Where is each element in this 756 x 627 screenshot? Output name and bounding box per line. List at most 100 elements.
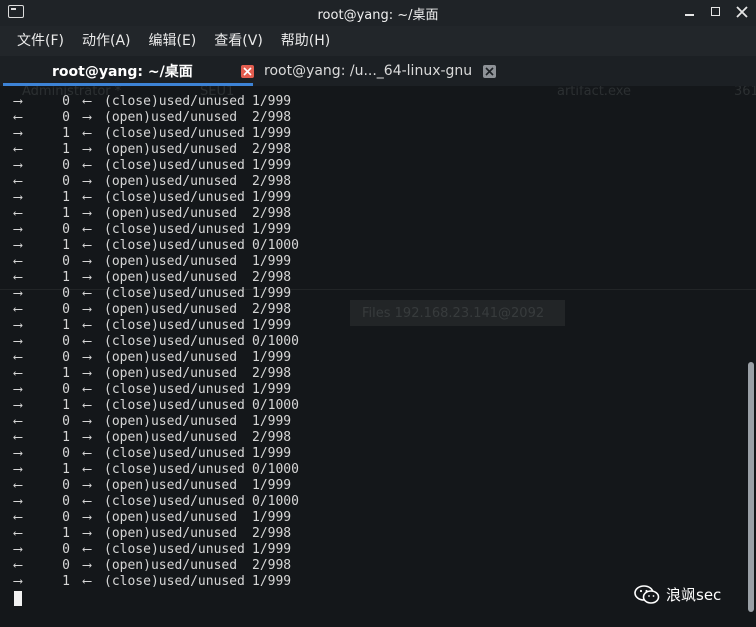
direction-arrow: ⟵: [14, 526, 22, 541]
close-window-button[interactable]: [734, 3, 750, 21]
terminal-line: ⟶ 0 ⟵ (close)used/unused 1/999: [14, 94, 299, 110]
direction-arrow: ⟶: [83, 350, 91, 365]
status-text: (close)used/unused: [104, 190, 245, 205]
direction-arrow: ⟶: [14, 446, 22, 461]
line-flag: 0: [62, 494, 70, 509]
direction-arrow: ⟶: [14, 158, 22, 173]
direction-arrow: ⟵: [83, 318, 91, 333]
direction-arrow: ⟶: [83, 430, 91, 445]
line-flag: 0: [62, 350, 70, 365]
direction-arrow: ⟵: [83, 462, 91, 477]
tab-close-button[interactable]: [483, 64, 497, 78]
tab-label: root@yang: ~/桌面: [52, 64, 193, 80]
terminal-line: ⟵ 0 ⟶ (open)used/unused 2/998: [14, 558, 299, 574]
menu-edit[interactable]: 编辑(E): [140, 26, 206, 56]
tab-bar: root@yang: ~/桌面 root@yang: /u..._64-linu…: [0, 56, 756, 86]
line-flag: 0: [62, 158, 70, 173]
direction-arrow: ⟶: [14, 222, 22, 237]
terminal-line: ⟶ 1 ⟵ (close)used/unused 1/999: [14, 318, 299, 334]
menu-action[interactable]: 动作(A): [73, 26, 140, 56]
direction-arrow: ⟵: [83, 126, 91, 141]
direction-arrow: ⟶: [83, 526, 91, 541]
used-unused-count: 1/999: [252, 542, 292, 557]
direction-arrow: ⟵: [83, 158, 91, 173]
direction-arrow: ⟵: [14, 414, 22, 429]
status-text: (open)used/unused: [104, 478, 238, 493]
menu-bar: 文件(F) 动作(A) 编辑(E) 查看(V) 帮助(H): [0, 26, 756, 56]
line-flag: 1: [62, 318, 70, 333]
direction-arrow: ⟵: [83, 334, 91, 349]
line-flag: 1: [62, 462, 70, 477]
direction-arrow: ⟶: [14, 574, 22, 589]
terminal-line: ⟵ 0 ⟶ (open)used/unused 1/999: [14, 414, 299, 430]
direction-arrow: ⟵: [14, 558, 22, 573]
line-flag: 0: [62, 254, 70, 269]
terminal-line: ⟶ 0 ⟵ (close)used/unused 0/1000: [14, 334, 299, 350]
used-unused-count: 1/999: [252, 190, 292, 205]
direction-arrow: ⟶: [14, 334, 22, 349]
direction-arrow: ⟶: [83, 414, 91, 429]
terminal-output[interactable]: note process pid Administrator * SEU1 ar…: [0, 86, 756, 627]
menu-help[interactable]: 帮助(H): [272, 26, 339, 56]
line-flag: 0: [62, 478, 70, 493]
used-unused-count: 1/999: [252, 222, 292, 237]
line-flag: 0: [62, 110, 70, 125]
line-flag: 1: [62, 430, 70, 445]
used-unused-count: 2/998: [252, 366, 292, 381]
line-flag: 0: [62, 558, 70, 573]
direction-arrow: ⟶: [83, 174, 91, 189]
direction-arrow: ⟶: [83, 478, 91, 493]
used-unused-count: 1/999: [252, 254, 292, 269]
direction-arrow: ⟶: [14, 382, 22, 397]
direction-arrow: ⟶: [83, 366, 91, 381]
line-flag: 0: [62, 94, 70, 109]
watermark: 浪飒sec: [634, 584, 721, 605]
direction-arrow: ⟶: [83, 254, 91, 269]
direction-arrow: ⟵: [14, 270, 22, 285]
scrollbar-thumb[interactable]: [748, 362, 754, 612]
terminal-line: ⟵ 1 ⟶ (open)used/unused 2/998: [14, 526, 299, 542]
status-text: (open)used/unused: [104, 270, 238, 285]
status-text: (close)used/unused: [104, 286, 245, 301]
tab-linux-gnu[interactable]: root@yang: /u..._64-linux-gnu: [264, 56, 497, 86]
line-flag: 0: [62, 174, 70, 189]
direction-arrow: ⟶: [83, 270, 91, 285]
tab-close-button[interactable]: [240, 64, 254, 78]
terminal-line: ⟵ 0 ⟶ (open)used/unused 2/998: [14, 302, 299, 318]
direction-arrow: ⟶: [14, 462, 22, 477]
direction-arrow: ⟶: [83, 558, 91, 573]
terminal-line: ⟵ 0 ⟶ (open)used/unused 1/999: [14, 254, 299, 270]
status-text: (open)used/unused: [104, 206, 238, 221]
status-text: (close)used/unused: [104, 574, 245, 589]
line-flag: 0: [62, 302, 70, 317]
status-text: (close)used/unused: [104, 462, 245, 477]
direction-arrow: ⟵: [14, 366, 22, 381]
status-text: (close)used/unused: [104, 126, 245, 141]
menu-file[interactable]: 文件(F): [8, 26, 73, 56]
tab-desktop[interactable]: root@yang: ~/桌面: [52, 56, 254, 86]
direction-arrow: ⟶: [83, 510, 91, 525]
menu-view[interactable]: 查看(V): [205, 26, 272, 56]
direction-arrow: ⟵: [14, 302, 22, 317]
status-text: (open)used/unused: [104, 526, 238, 541]
status-text: (close)used/unused: [104, 334, 245, 349]
line-flag: 1: [62, 142, 70, 157]
used-unused-count: 1/999: [252, 446, 292, 461]
terminal-line: ⟵ 1 ⟶ (open)used/unused 2/998: [14, 366, 299, 382]
status-text: (open)used/unused: [104, 350, 238, 365]
direction-arrow: ⟵: [14, 142, 22, 157]
maximize-button[interactable]: [708, 3, 724, 21]
used-unused-count: 1/999: [252, 574, 292, 589]
terminal-line: ⟵ 1 ⟶ (open)used/unused 2/998: [14, 206, 299, 222]
wechat-icon: [634, 584, 660, 605]
status-text: (open)used/unused: [104, 510, 238, 525]
terminal-line: ⟶ 0 ⟵ (close)used/unused 1/999: [14, 446, 299, 462]
status-text: (close)used/unused: [104, 382, 245, 397]
line-flag: 1: [62, 190, 70, 205]
direction-arrow: ⟵: [14, 254, 22, 269]
minimize-button[interactable]: [682, 3, 698, 21]
terminal-line: ⟵ 0 ⟶ (open)used/unused 1/999: [14, 478, 299, 494]
status-text: (open)used/unused: [104, 430, 238, 445]
used-unused-count: 1/999: [252, 414, 292, 429]
terminal-line: ⟶ 0 ⟵ (close)used/unused 1/999: [14, 542, 299, 558]
